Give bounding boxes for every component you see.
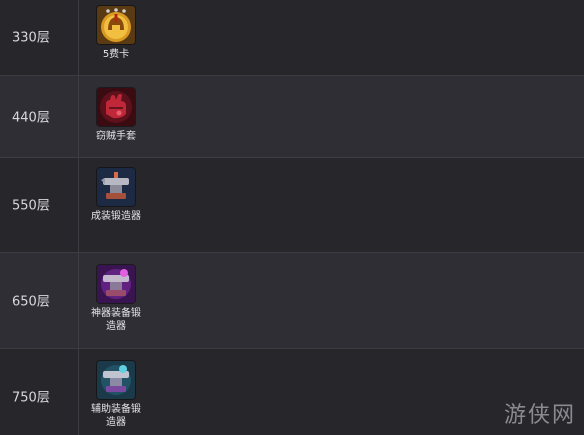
reward-name: 神器装备锻造器 bbox=[91, 308, 141, 332]
reward-cell: 辅助装备锻造器 bbox=[80, 361, 152, 429]
table-row: 550层 成装锻造器 bbox=[0, 158, 584, 253]
floor-label: 750层 bbox=[12, 390, 50, 406]
reward-cell: 5费卡 bbox=[80, 6, 152, 61]
reward-cell: 神器装备锻造器 bbox=[80, 265, 152, 333]
floor-label: 650层 bbox=[12, 294, 50, 310]
reward-name: 辅助装备锻造器 bbox=[91, 404, 141, 428]
rewards-table: 330层 5费卡 440层 窃贼手套 550层 成装锻造器 650层 神器装备锻… bbox=[0, 0, 584, 435]
reward-name: 5费卡 bbox=[102, 49, 130, 60]
column-divider bbox=[78, 349, 79, 435]
column-divider bbox=[78, 253, 79, 348]
floor-label: 330层 bbox=[12, 30, 50, 46]
column-divider bbox=[78, 76, 79, 157]
reward-cell: 成装锻造器 bbox=[80, 168, 152, 223]
watermark: 游侠网 bbox=[503, 403, 576, 428]
floor-label: 550层 bbox=[12, 198, 50, 214]
floor-label: 440层 bbox=[12, 110, 50, 126]
gold-spartan-helmet-icon bbox=[97, 6, 135, 44]
table-row: 750层 辅助装备锻造器 bbox=[0, 349, 584, 435]
column-divider bbox=[78, 0, 79, 75]
anvil-support-item-icon bbox=[97, 361, 135, 399]
anvil-artifact-icon bbox=[97, 265, 135, 303]
reward-cell: 窃贼手套 bbox=[80, 88, 152, 143]
table-row: 330层 5费卡 bbox=[0, 0, 584, 76]
reward-name: 窃贼手套 bbox=[96, 131, 136, 142]
column-divider bbox=[78, 158, 79, 252]
reward-name: 成装锻造器 bbox=[91, 211, 141, 222]
table-row: 440层 窃贼手套 bbox=[0, 76, 584, 158]
thief-gloves-icon bbox=[97, 88, 135, 126]
anvil-completed-item-icon bbox=[97, 168, 135, 206]
table-row: 650层 神器装备锻造器 bbox=[0, 253, 584, 349]
